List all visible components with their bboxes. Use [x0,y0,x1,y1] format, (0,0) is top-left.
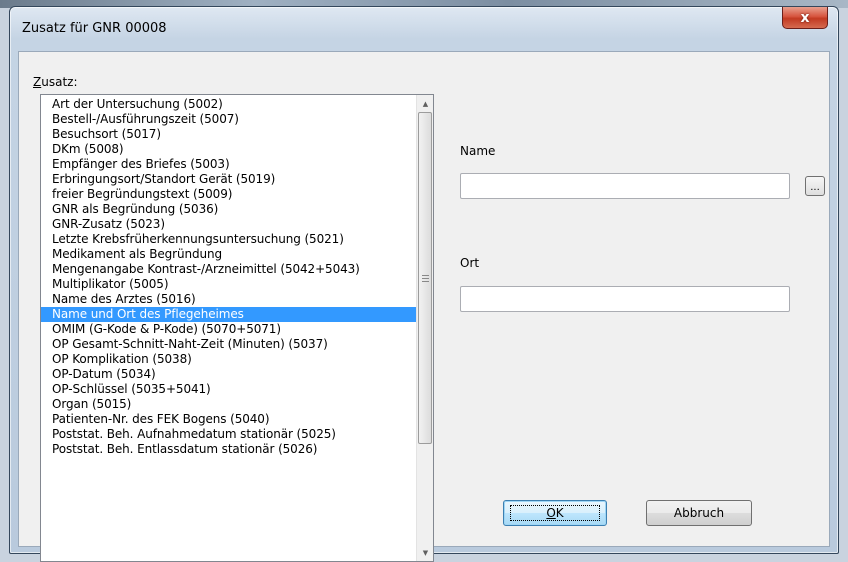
list-item[interactable]: Mengenangabe Kontrast-/Arzneimittel (504… [41,262,417,277]
window-title: Zusatz für GNR 00008 [22,21,167,36]
scrollbar-thumb[interactable] [418,112,432,444]
listbox-items: Art der Untersuchung (5002) Bestell-/Ausf… [41,97,417,457]
zusatz-label-mnemonic: Z [33,75,42,89]
ellipsis-icon: ... [810,182,820,193]
list-item[interactable]: OP-Schlüssel (5035+5041) [41,382,417,397]
vertical-scrollbar[interactable]: ▲ ▼ [416,95,433,561]
list-item[interactable]: Letzte Krebsfrüherkennungsuntersuchung (… [41,232,417,247]
zusatz-listbox[interactable]: Art der Untersuchung (5002) Bestell-/Ausf… [40,94,434,562]
title-bar[interactable]: Zusatz für GNR 00008 x [10,7,838,51]
list-item[interactable]: Empfänger des Briefes (5003) [41,157,417,172]
list-item[interactable]: GNR als Begründung (5036) [41,202,417,217]
name-label: Name [460,144,496,158]
scrollbar-grip-icon [422,275,429,282]
close-icon: x [800,9,810,26]
ort-label: Ort [460,256,480,270]
list-item[interactable]: OP Gesamt-Schnitt-Naht-Zeit (Minuten) (5… [41,337,417,352]
list-item[interactable]: freier Begründungstext (5009) [41,187,417,202]
list-item[interactable]: Bestell-/Ausführungszeit (5007) [41,112,417,127]
list-item[interactable]: Poststat. Beh. Aufnahmedatum stationär (… [41,427,417,442]
list-item[interactable]: Name des Arztes (5016) [41,292,417,307]
ort-input[interactable] [460,286,790,312]
list-item[interactable]: Medikament als Begründung [41,247,417,262]
name-input[interactable] [460,173,790,199]
zusatz-label: Zusatz: [33,75,78,89]
dialog-client-area: Zusatz: Art der Untersuchung (5002) Beste… [18,51,830,562]
focus-rectangle [510,505,600,521]
scroll-down-arrow-icon[interactable]: ▼ [417,544,433,561]
cancel-button[interactable]: Abbruch [646,500,752,526]
list-item[interactable]: Art der Untersuchung (5002) [41,97,417,112]
list-item[interactable]: Erbringungsort/Standort Gerät (5019) [41,172,417,187]
list-item[interactable]: Name und Ort des Pflegeheimes [41,307,417,322]
close-button[interactable]: x [782,7,828,29]
dialog-window: Zusatz für GNR 00008 x Zusatz: Art der U… [9,6,839,562]
list-item[interactable]: Patienten-Nr. des FEK Bogens (5040) [41,412,417,427]
cancel-button-label: Abbruch [673,506,725,520]
list-item[interactable]: DKm (5008) [41,142,417,157]
list-item[interactable]: GNR-Zusatz (5023) [41,217,417,232]
list-item[interactable]: Organ (5015) [41,397,417,412]
list-item[interactable]: Besuchsort (5017) [41,127,417,142]
list-item[interactable]: OMIM (G-Kode & P-Kode) (5070+5071) [41,322,417,337]
list-item[interactable]: Poststat. Beh. Entlassdatum stationär (5… [41,442,417,457]
zusatz-label-text: usatz: [41,75,78,89]
browse-button[interactable]: ... [805,176,825,196]
scroll-up-arrow-icon[interactable]: ▲ [417,95,433,112]
list-item[interactable]: OP-Datum (5034) [41,367,417,382]
list-item[interactable]: Multiplikator (5005) [41,277,417,292]
ok-button[interactable]: OK [503,500,607,526]
list-item[interactable]: OP Komplikation (5038) [41,352,417,367]
